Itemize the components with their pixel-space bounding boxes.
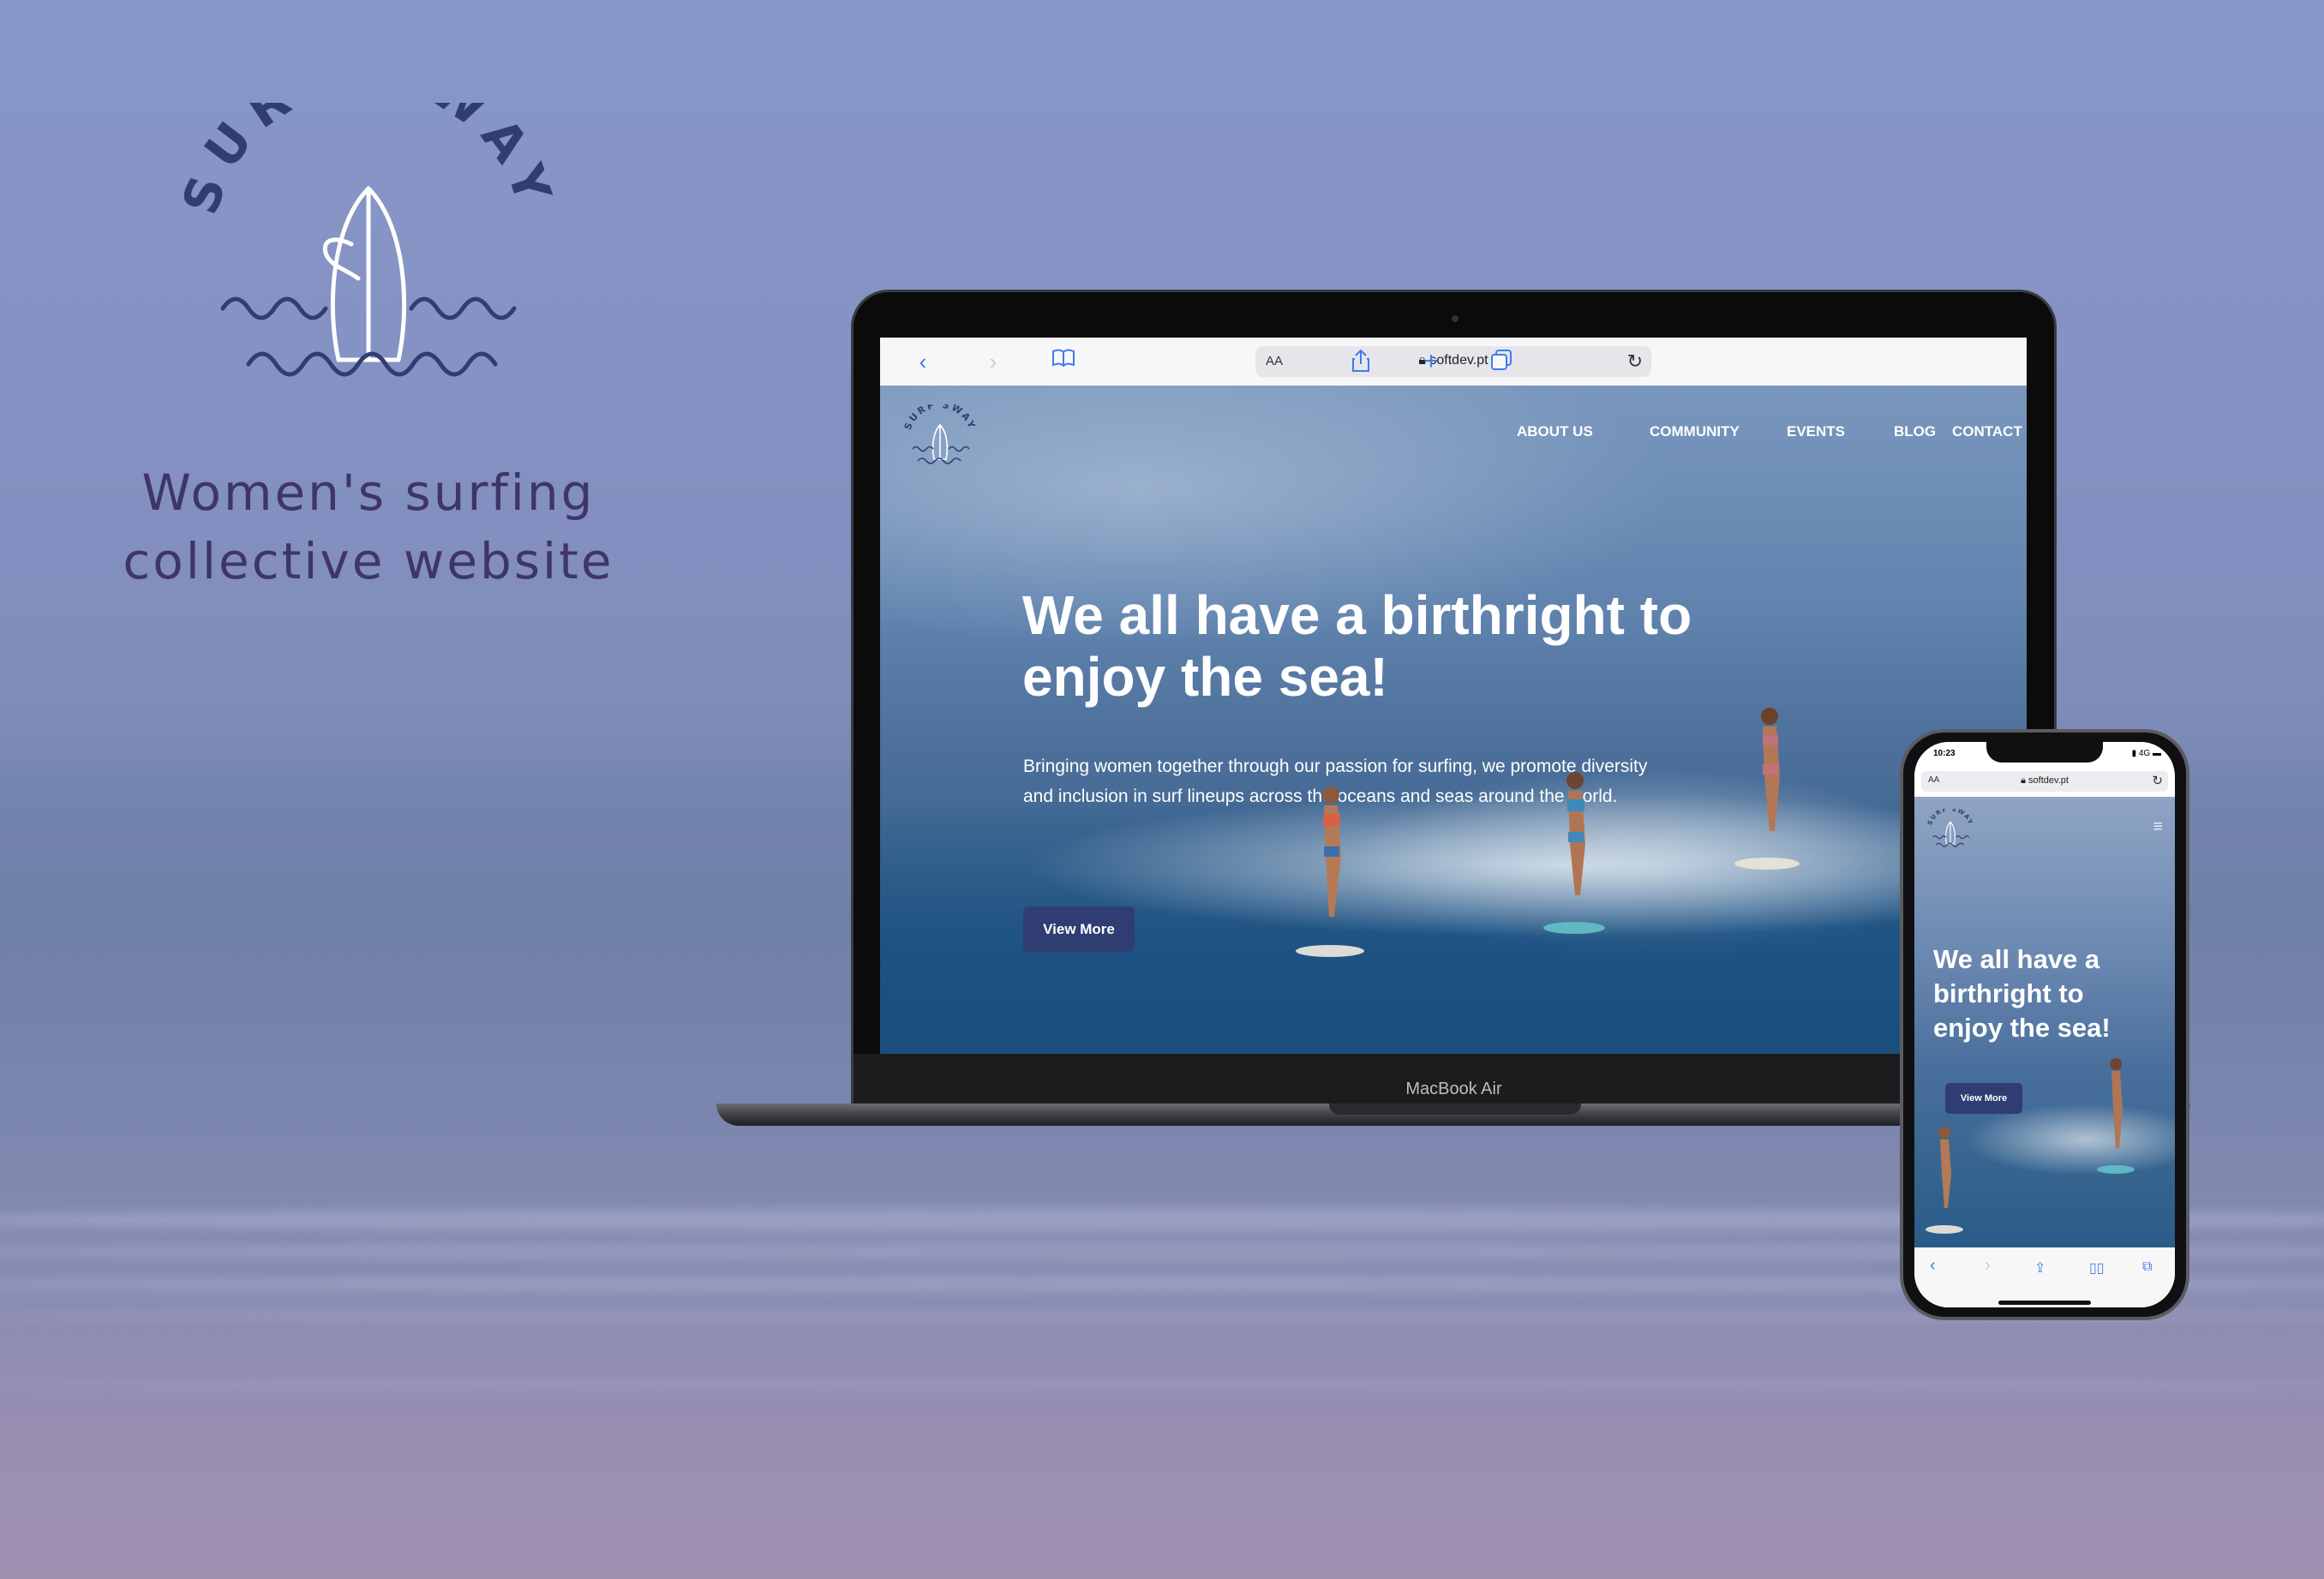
phone-hero-section: SURF SWAY ≡ We all have a birthright to … bbox=[1914, 797, 2175, 1247]
phone-forward-icon[interactable]: › bbox=[1985, 1256, 1991, 1276]
tagline: Women's surfing collective website bbox=[111, 458, 626, 595]
share-icon[interactable] bbox=[1348, 349, 1374, 374]
status-network: 4G bbox=[2138, 749, 2151, 758]
laptop-camera bbox=[1452, 315, 1458, 322]
hero-section: SURF SWAY ABOUT US COMMUNITY EVENTS BLOG… bbox=[880, 386, 2027, 1054]
phone-browser-bottombar: ‹ › ⇪ ▯▯ ⧉ bbox=[1914, 1247, 2175, 1307]
forward-icon[interactable]: › bbox=[980, 349, 1006, 374]
back-icon[interactable]: ‹ bbox=[910, 349, 936, 374]
site-logo[interactable]: SURF SWAY bbox=[901, 404, 979, 466]
signal-icon: ▮ bbox=[2131, 749, 2139, 758]
phone-notch bbox=[1986, 742, 2103, 763]
new-tab-icon[interactable]: + bbox=[1418, 349, 1444, 374]
nav-blog[interactable]: BLOG bbox=[1894, 423, 1936, 440]
battery-icon: ▬ bbox=[2153, 749, 2161, 758]
surfer-figure bbox=[1296, 787, 1364, 957]
lock-icon: 🔒︎ bbox=[2021, 775, 2029, 786]
surf-sway-logo: SURF SWAY bbox=[171, 103, 554, 377]
url-text: 🔒︎ softdev.pt bbox=[1255, 353, 1651, 368]
url-bar[interactable]: AA 🔒︎ softdev.pt ↻ bbox=[1255, 346, 1651, 377]
phone-back-icon[interactable]: ‹ bbox=[1930, 1256, 1936, 1276]
phone-bookmarks-icon[interactable]: ▯▯ bbox=[2089, 1259, 2105, 1277]
hamburger-menu-icon[interactable]: ≡ bbox=[2153, 817, 2163, 837]
tabs-icon[interactable] bbox=[1488, 349, 1514, 374]
phone-url-text: 🔒︎ softdev.pt bbox=[1921, 775, 2168, 787]
phone-screen: 10:23 ▮ 4G ▬ AA 🔒︎ softdev.pt ↻ SURF SWA… bbox=[1914, 742, 2175, 1307]
laptop-screen: ‹ › AA 🔒︎ softdev.pt ↻ + SURF SWAY ABOUT… bbox=[880, 338, 2027, 1054]
wave bbox=[0, 1379, 2324, 1390]
tagline-line-2: collective website bbox=[123, 532, 614, 590]
surfer-figure bbox=[1543, 772, 1605, 934]
status-time: 10:23 bbox=[1933, 749, 1956, 758]
phone-url-bar[interactable]: AA 🔒︎ softdev.pt ↻ bbox=[1921, 771, 2168, 792]
phone-site-logo[interactable]: SURF SWAY bbox=[1925, 809, 1976, 848]
phone-url-value: softdev.pt bbox=[2028, 775, 2069, 786]
nav-contact[interactable]: CONTACT bbox=[1952, 423, 2022, 440]
laptop-chin: MacBook Air bbox=[854, 1054, 2054, 1104]
surfer-figure bbox=[1734, 708, 1800, 870]
nav-events[interactable]: EVENTS bbox=[1787, 423, 1845, 440]
phone-share-icon[interactable]: ⇪ bbox=[2034, 1259, 2045, 1277]
nav-community[interactable]: COMMUNITY bbox=[1650, 423, 1740, 440]
phone-reload-icon[interactable]: ↻ bbox=[2152, 773, 2163, 788]
hero-title: We all have a birthright to enjoy the se… bbox=[1022, 584, 1692, 708]
phone-tabs-icon[interactable]: ⧉ bbox=[2142, 1259, 2152, 1275]
browser-toolbar: ‹ › AA 🔒︎ softdev.pt ↻ + bbox=[880, 338, 2027, 386]
reload-icon[interactable]: ↻ bbox=[1627, 350, 1643, 373]
laptop-base-notch bbox=[1329, 1104, 1581, 1115]
phone-hero-title: We all have a birthright to enjoy the se… bbox=[1933, 944, 2111, 1043]
home-indicator[interactable] bbox=[1998, 1301, 2091, 1305]
brand-logo: SURF SWAY bbox=[154, 103, 583, 386]
laptop-model-label: MacBook Air bbox=[1405, 1080, 1502, 1098]
surfer-figure bbox=[1926, 1127, 1963, 1234]
tagline-line-1: Women's surfing bbox=[141, 464, 596, 522]
bookmarks-icon[interactable] bbox=[1051, 349, 1076, 374]
view-more-button[interactable]: View More bbox=[1023, 906, 1135, 952]
surfer-figure bbox=[2097, 1058, 2135, 1174]
status-signal: ▮ 4G ▬ bbox=[2132, 749, 2161, 758]
nav-about-us[interactable]: ABOUT US bbox=[1517, 423, 1593, 440]
phone-view-more-button[interactable]: View More bbox=[1945, 1083, 2022, 1114]
